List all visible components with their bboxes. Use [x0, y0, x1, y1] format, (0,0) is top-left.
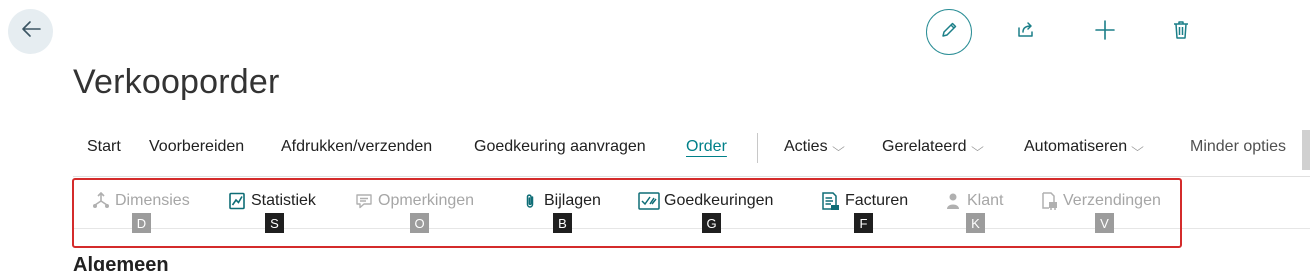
- menu-gerelateerd[interactable]: Gerelateerd ⌵: [882, 138, 984, 156]
- menu-goedkeuring-aanvragen[interactable]: Goedkeuring aanvragen: [474, 138, 646, 156]
- scrollbar[interactable]: [1302, 130, 1310, 170]
- pencil-icon: [939, 20, 959, 45]
- back-button[interactable]: [8, 9, 53, 54]
- page-title: Verkooporder: [73, 63, 280, 101]
- section-title: Algemeen: [73, 254, 169, 271]
- menu-acties-label: Acties: [784, 138, 828, 155]
- add-button[interactable]: [1082, 9, 1128, 55]
- divider: [73, 176, 1310, 177]
- highlight-annotation: [72, 178, 1182, 248]
- plus-icon: [1094, 19, 1116, 46]
- menu-acties[interactable]: Acties ⌵: [784, 138, 845, 156]
- chevron-down-icon: ⌵: [1131, 140, 1145, 154]
- menu-voorbereiden[interactable]: Voorbereiden: [149, 138, 244, 156]
- edit-button[interactable]: [926, 9, 972, 55]
- menu-automatiseren-label: Automatiseren: [1024, 138, 1128, 155]
- chevron-down-icon: ⌵: [970, 140, 984, 154]
- delete-button[interactable]: [1158, 9, 1204, 55]
- page-actions: [926, 9, 1216, 55]
- menu-afdrukken-verzenden[interactable]: Afdrukken/verzenden: [281, 138, 432, 156]
- menu-start[interactable]: Start: [87, 138, 121, 156]
- share-icon: [1016, 20, 1036, 45]
- menu-automatiseren[interactable]: Automatiseren ⌵: [1024, 138, 1145, 156]
- arrow-left-icon: [20, 20, 42, 43]
- menu-minder-opties[interactable]: Minder opties: [1190, 138, 1286, 156]
- chevron-down-icon: ⌵: [831, 140, 845, 154]
- share-button[interactable]: [1003, 9, 1049, 55]
- menu-order[interactable]: Order: [686, 138, 727, 156]
- menu-gerelateerd-label: Gerelateerd: [882, 138, 967, 155]
- menu-divider: [757, 133, 758, 163]
- trash-icon: [1172, 20, 1190, 45]
